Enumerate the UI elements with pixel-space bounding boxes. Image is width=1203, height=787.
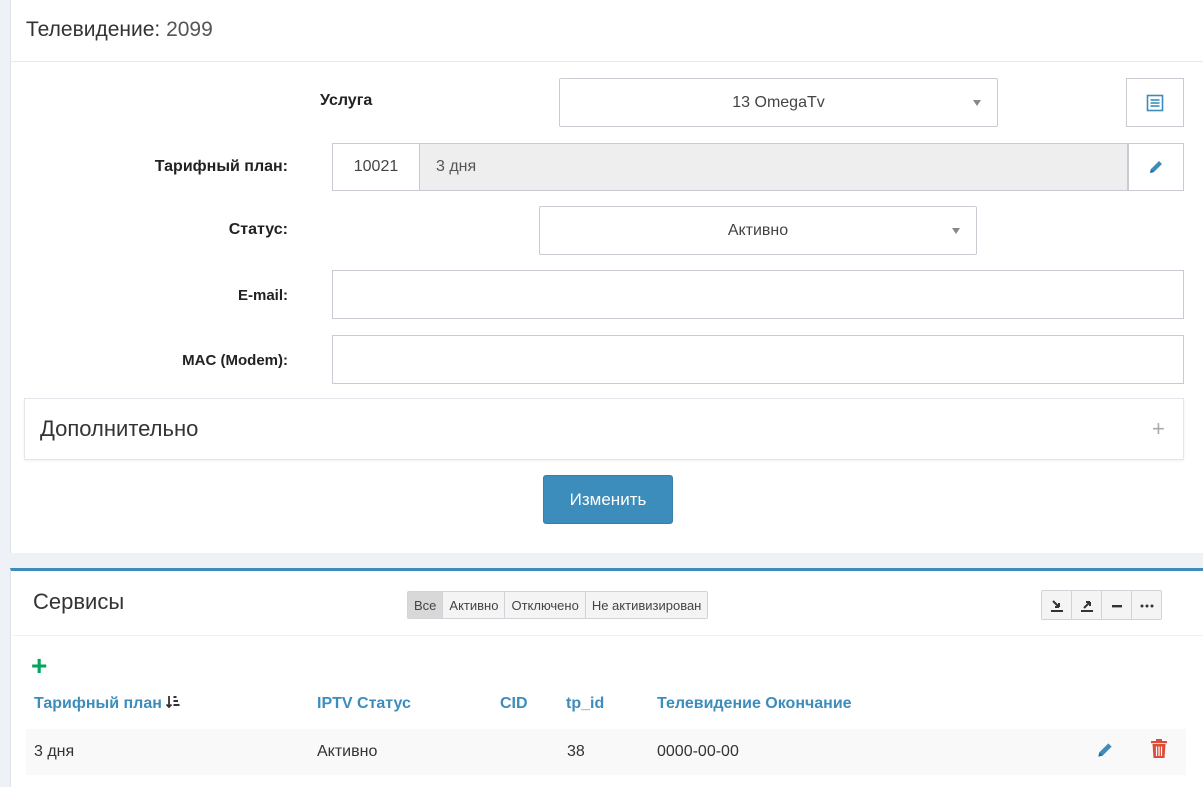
cell-tariff: 3 дня <box>34 743 75 760</box>
tariff-label: Тарифный план: <box>154 158 288 175</box>
cell-status: Активно <box>317 743 378 760</box>
service-info-button[interactable] <box>1126 78 1184 127</box>
cell-tp-id: 38 <box>567 743 585 760</box>
email-field[interactable] <box>332 270 1184 319</box>
import-button[interactable] <box>1042 591 1072 619</box>
sort-amount-icon <box>166 696 180 709</box>
minus-icon <box>1111 605 1122 608</box>
extra-section-title: Дополнительно <box>40 416 199 441</box>
service-label: Услуга <box>320 92 373 109</box>
page-title-id: 2099 <box>166 18 213 41</box>
pencil-icon <box>1098 743 1112 757</box>
tariff-name-field: 3 дня <box>420 143 1128 191</box>
page-title-text: Телевидение: <box>26 18 161 41</box>
filter-all[interactable]: Все <box>408 592 444 618</box>
cell-end-date: 0000-00-00 <box>657 743 739 760</box>
services-title: Сервисы <box>33 589 125 614</box>
pencil-icon <box>1150 161 1162 173</box>
row-edit-button[interactable] <box>1095 740 1115 760</box>
email-label: E-mail: <box>237 287 288 304</box>
filter-active[interactable]: Активно <box>443 592 506 618</box>
collapse-button[interactable] <box>1102 591 1132 619</box>
filter-not-activated[interactable]: Не активизирован <box>585 592 708 618</box>
col-header-tv-end[interactable]: Телевидение Окончание <box>657 695 852 713</box>
mac-label: MAC (Modem): <box>182 352 288 369</box>
list-icon <box>1146 94 1164 111</box>
status-select[interactable]: Активно <box>539 206 977 255</box>
tariff-name: 3 дня <box>436 158 477 175</box>
col-header-iptv-status[interactable]: IPTV Статус <box>317 695 411 713</box>
export-icon <box>1080 601 1093 612</box>
col-header-tariff[interactable]: Тарифный план <box>34 695 180 713</box>
service-select[interactable]: 13 OmegaTv <box>559 78 998 127</box>
tariff-code: 10021 <box>332 143 420 191</box>
plus-icon[interactable]: + <box>1152 416 1165 442</box>
ellipsis-icon <box>1140 604 1153 608</box>
page-title: Телевидение: 2099 <box>26 18 213 42</box>
service-select-value: 13 OmegaTv <box>732 93 825 111</box>
export-button[interactable] <box>1072 591 1102 619</box>
services-header-divider <box>13 635 1203 636</box>
more-button[interactable] <box>1132 591 1161 619</box>
chevron-down-icon <box>973 99 981 106</box>
status-select-value: Активно <box>727 221 789 239</box>
trash-icon <box>1151 739 1167 758</box>
col-header-cid[interactable]: CID <box>500 695 528 713</box>
status-filter-group: Все Активно Отключено Не активизирован <box>407 591 709 619</box>
edit-tariff-button[interactable] <box>1128 143 1184 191</box>
mac-field[interactable] <box>332 335 1184 384</box>
chevron-down-icon <box>952 227 960 234</box>
panel-tools <box>1041 590 1162 620</box>
row-delete-button[interactable] <box>1150 739 1170 761</box>
add-service-button[interactable]: + <box>31 652 47 680</box>
col-header-tariff-label: Тарифный план <box>34 695 162 712</box>
import-icon <box>1050 600 1063 612</box>
col-header-tp-id[interactable]: tp_id <box>566 695 604 713</box>
filter-disabled[interactable]: Отключено <box>505 592 586 618</box>
table-row <box>26 729 1186 775</box>
status-label: Статус: <box>228 221 288 238</box>
change-button[interactable]: Изменить <box>543 475 673 524</box>
